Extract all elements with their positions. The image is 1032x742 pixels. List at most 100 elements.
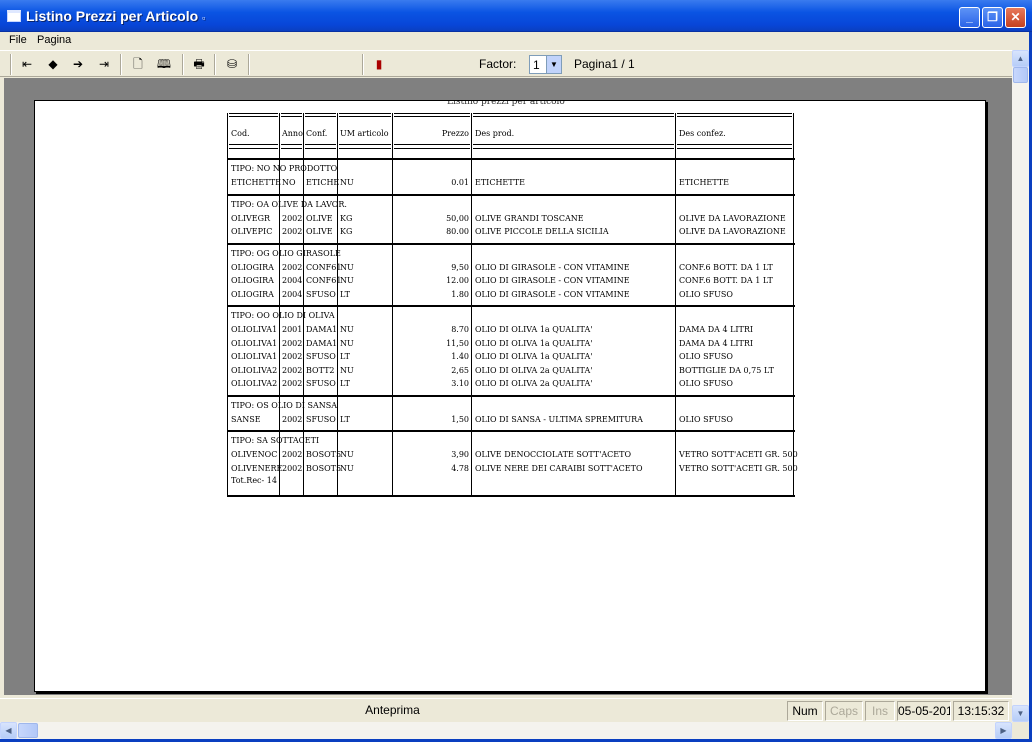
- previous-page-icon[interactable]: ◆: [42, 54, 64, 74]
- horizontal-scrollbar[interactable]: ◀ ▶: [0, 722, 1012, 739]
- scroll-right-icon[interactable]: ▶: [995, 722, 1012, 739]
- status-ins: Ins: [865, 701, 895, 721]
- table-cell: OLIVE DA LAVORAZIONE: [679, 227, 786, 236]
- header-rule: [229, 116, 278, 117]
- close-button[interactable]: ✕: [1005, 7, 1026, 28]
- table-cell: BOSOT5: [306, 450, 342, 459]
- table-cell: SFUSO: [306, 414, 336, 424]
- scroll-left-icon[interactable]: ◀: [0, 722, 17, 739]
- toolbar-separator: [182, 54, 184, 75]
- table-row: OLIOLIVA2 2002 BOTT2 NU 2,65 OLIO DI OLIVA 2a…: [227, 365, 795, 378]
- status-caps: Caps: [825, 701, 863, 721]
- print-preview-area: Listino prezzi per articolo Cod. Anno Conf…: [4, 78, 1012, 695]
- restore-button[interactable]: ❐: [982, 7, 1003, 28]
- record-total: Tot.Rec- 14: [231, 476, 277, 485]
- table-cell: OLIOLIVA1: [231, 338, 278, 348]
- table-cell: NU: [340, 450, 354, 459]
- group-separator: [227, 242, 795, 245]
- single-page-icon[interactable]: 🗋: [127, 54, 149, 74]
- table-cell: OLIVE NERE DEI CARAIBI SOTT'ACETO: [475, 463, 643, 473]
- column-header: Des confez.: [679, 129, 726, 138]
- table-cell: DAMA1: [306, 338, 338, 348]
- factor-select[interactable]: 1 ▼: [529, 55, 562, 74]
- header-rule: [677, 148, 792, 149]
- table-cell: OLIO DI OLIVA 1a QUALITA': [475, 338, 593, 348]
- table-cell: OLIVEGR: [231, 213, 271, 223]
- table-cell: OLIOGIRA: [231, 289, 274, 299]
- table-cell: OLIO SFUSO: [679, 414, 733, 424]
- column-header: Anno: [282, 129, 303, 138]
- vertical-scrollbar[interactable]: ▲ ▼: [1012, 50, 1029, 722]
- table-cell: OLIVE DA LAVORAZIONE: [679, 213, 786, 223]
- toolbar: ⇤ ◆ ➔ ⇥ 🗋 🕮 🖶 ⛁ ▮ Factor: 1 ▼ Pagina1 / …: [0, 50, 1012, 77]
- table-row: OLIOLIVA2 2002 SFUSO LT 3.10 OLIO DI OLIVA 2a…: [227, 378, 795, 391]
- header-rule: [473, 116, 674, 117]
- window-icon: [7, 10, 21, 22]
- table-cell: OLIO DI SANSA - ULTIMA SPREMITURA: [475, 414, 643, 424]
- menu-file[interactable]: File: [6, 33, 30, 48]
- table-row: SANSE 2002 SFUSO LT 1,50 OLIO DI SANSA - ULTI…: [227, 414, 795, 427]
- table-cell: CONF61: [306, 262, 342, 272]
- header-rule: [281, 116, 302, 117]
- table-cell: OLIOLIVA2: [231, 365, 278, 375]
- two-pages-icon[interactable]: 🕮: [153, 54, 175, 74]
- table-cell: CONF61: [306, 276, 342, 285]
- table-cell: OLIVE: [306, 227, 333, 236]
- table-cell: BOSOT5: [306, 463, 342, 473]
- table-cell: OLIO SFUSO: [679, 379, 733, 388]
- table-cell: OLIO DI GIRASOLE - CON VITAMINE: [475, 262, 630, 272]
- header-rule: [394, 144, 470, 145]
- table-cell: 9,50: [451, 262, 469, 272]
- header-rule: [677, 116, 792, 117]
- horizontal-scroll-thumb[interactable]: [18, 723, 38, 738]
- exit-door-icon[interactable]: ▮: [368, 54, 390, 74]
- table-cell: OLIO DI OLIVA 2a QUALITA': [475, 379, 593, 388]
- header-rule: [281, 144, 302, 145]
- header-rule: [339, 148, 391, 149]
- next-page-icon[interactable]: ➔: [67, 54, 89, 74]
- last-page-icon[interactable]: ⇥: [93, 54, 115, 74]
- column-header: Des prod.: [475, 129, 515, 138]
- table-cell: 2,65: [451, 365, 469, 375]
- export-icon[interactable]: ⛁: [221, 54, 243, 74]
- vertical-scroll-thumb[interactable]: [1013, 67, 1028, 83]
- table-cell: 3,90: [451, 450, 469, 459]
- chevron-down-icon[interactable]: ▼: [546, 56, 561, 73]
- table-cell: NU: [340, 276, 354, 285]
- minimize-button[interactable]: _: [959, 7, 980, 28]
- table-cell: OLIOLIVA1: [231, 352, 278, 361]
- scroll-down-icon[interactable]: ▼: [1012, 705, 1029, 722]
- table-cell: 2004: [282, 289, 303, 299]
- header-rule: [473, 144, 674, 145]
- column-header: Prezzo: [441, 129, 469, 138]
- table-cell: 11,50: [446, 338, 469, 348]
- table-cell: OLIOLIVA1: [231, 325, 278, 334]
- table-cell: OLIVE GRANDI TOSCANE: [475, 213, 584, 223]
- toolbar-separator: [120, 54, 122, 75]
- table-cell: OLIO DI GIRASOLE - CON VITAMINE: [475, 289, 630, 299]
- menu-pagina[interactable]: Pagina: [34, 33, 74, 48]
- table-cell: NU: [340, 325, 354, 334]
- status-num: Num: [787, 701, 823, 721]
- print-icon[interactable]: 🖶: [188, 54, 210, 74]
- table-cell: KG: [340, 213, 353, 223]
- table-cell: 3.10: [451, 379, 469, 388]
- first-page-icon[interactable]: ⇤: [16, 54, 38, 74]
- table-cell: 2002: [282, 262, 303, 272]
- toolbar-separator: [214, 54, 216, 75]
- column-header: Cod.: [231, 129, 250, 138]
- table-row: OLIOLIVA1 2001 DAMA1 NU 8.70 OLIO DI OLIVA 1a…: [227, 324, 795, 337]
- table-cell: OLIVEPIC: [231, 227, 273, 236]
- header-rule: [281, 113, 302, 114]
- scroll-up-icon[interactable]: ▲: [1012, 50, 1029, 67]
- title-bar[interactable]: Listino Prezzi per Articolo ▫ _ ❐ ✕: [0, 0, 1032, 32]
- table-cell: BOTT2: [306, 365, 335, 375]
- table-cell: 80.00: [446, 227, 469, 236]
- table-cell: 1.40: [451, 352, 469, 361]
- table-cell: CONF.6 BOTT. DA 1 LT: [679, 276, 773, 285]
- group-separator: [227, 158, 795, 160]
- table-cell: OLIVE DENOCCIOLATE SOTT'ACETO: [475, 450, 632, 459]
- column-header: Conf.: [306, 129, 328, 138]
- table-cell: NU: [340, 338, 354, 348]
- table-cell: OLIOLIVA2: [231, 379, 278, 388]
